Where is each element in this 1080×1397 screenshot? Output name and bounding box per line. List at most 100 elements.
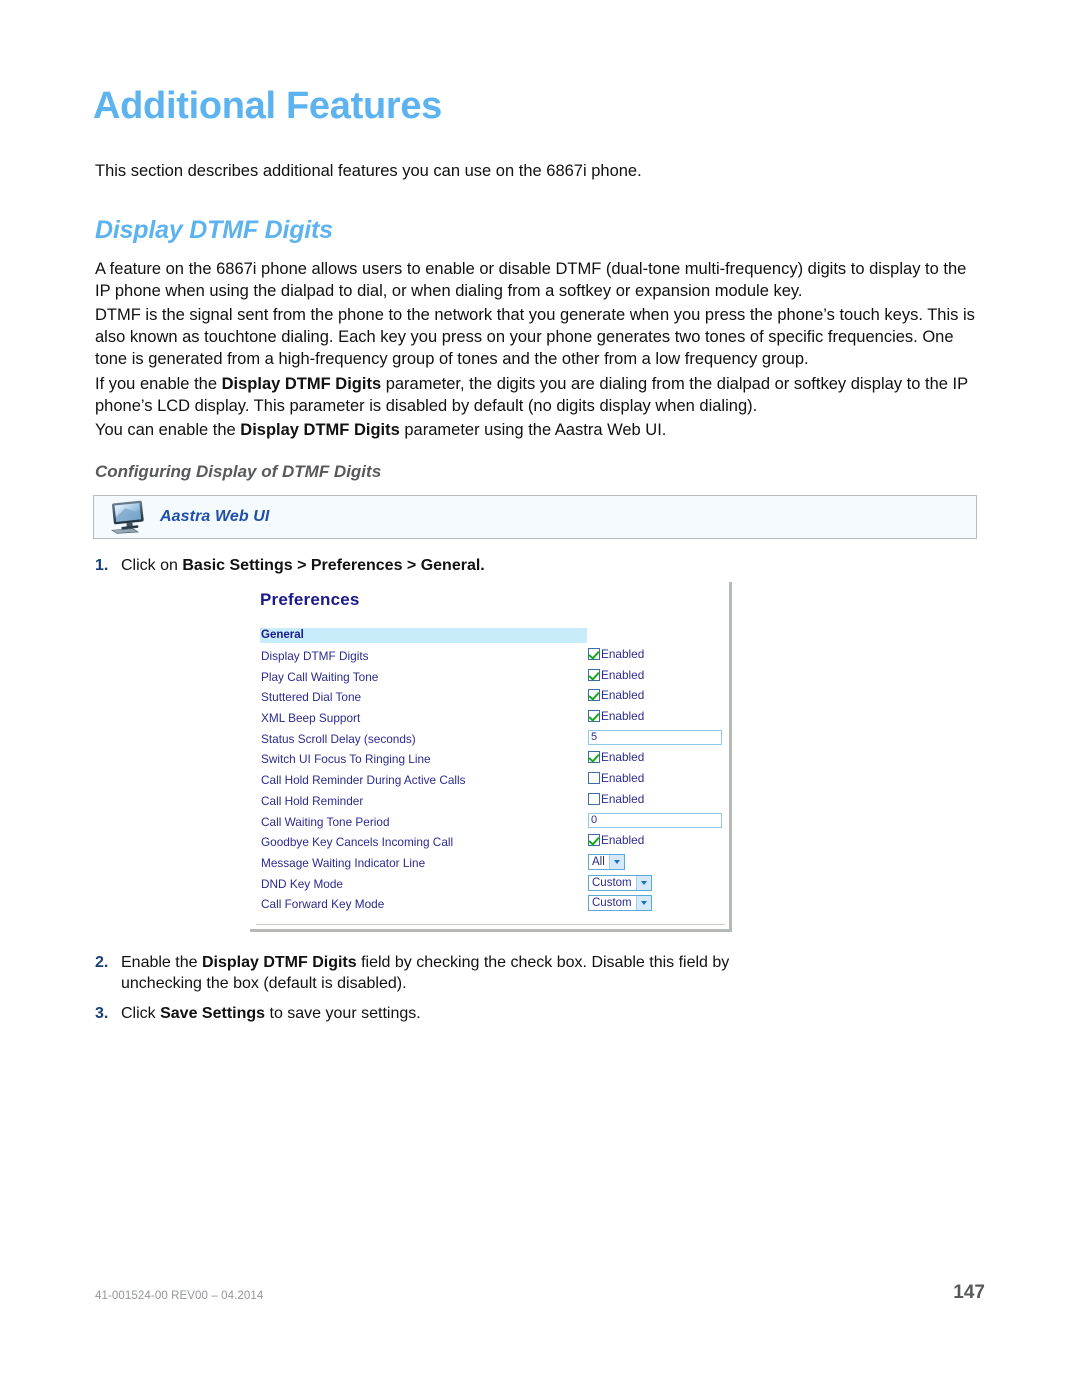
preferences-row: Stuttered Dial Tone Enabled — [260, 688, 722, 709]
chevron-down-icon[interactable] — [608, 854, 624, 869]
checkbox-checked[interactable] — [588, 710, 600, 723]
preferences-row-control: Enabled — [588, 792, 644, 806]
paragraph-4-bold: Display DTMF Digits — [240, 421, 400, 439]
paragraph-3-bold: Display DTMF Digits — [221, 375, 382, 393]
preferences-row: Call Hold Reminder Enabled — [260, 792, 722, 813]
preferences-row-control — [588, 729, 722, 745]
step-1-text: Click on Basic Settings > Preferences > … — [121, 555, 795, 576]
step-2: 2. Enable the Display DTMF Digits field … — [95, 952, 795, 995]
checkbox-label: Enabled — [601, 791, 645, 806]
intro-paragraph: This section describes additional featur… — [95, 162, 642, 180]
step-2-part-a: Enable the — [121, 954, 202, 971]
step-1-number: 1. — [95, 557, 109, 574]
preferences-row: XML Beep Support Enabled — [260, 709, 722, 730]
preferences-row-label: XML Beep Support — [261, 711, 361, 726]
checkbox-checked[interactable] — [588, 751, 600, 764]
preferences-screenshot: Preferences General Display DTMF Digits E… — [250, 582, 732, 932]
checkbox-label: Enabled — [601, 709, 645, 724]
step-1-part-a: Click on — [121, 557, 183, 574]
preferences-row: Display DTMF Digits Enabled — [260, 647, 722, 668]
paragraph-3: If you enable the Display DTMF Digits pa… — [95, 374, 985, 418]
preferences-row-control: All — [588, 853, 625, 870]
text-input[interactable] — [588, 812, 722, 828]
paragraph-4-part-c: parameter using the Aastra Web UI. — [399, 421, 667, 439]
step-3-part-c: to save your settings. — [265, 1005, 421, 1022]
preferences-row-control: Enabled — [588, 668, 644, 682]
computer-monitor-icon — [106, 500, 150, 536]
checkbox-label: Enabled — [601, 667, 645, 682]
preferences-row: DND Key Mode Custom — [260, 874, 722, 896]
checkbox-label: Enabled — [601, 688, 645, 703]
step-3: 3. Click Save Settings to save your sett… — [95, 1003, 795, 1024]
preferences-row-control: Enabled — [588, 771, 644, 785]
page-title: Additional Features — [93, 85, 443, 127]
checkbox-label: Enabled — [601, 833, 645, 848]
step-3-part-a: Click — [121, 1005, 161, 1022]
preferences-row-label: Call Hold Reminder During Active Calls — [261, 773, 466, 788]
preferences-row-label: DND Key Mode — [261, 876, 343, 891]
step-3-number: 3. — [95, 1005, 109, 1022]
chevron-down-icon[interactable] — [635, 896, 651, 911]
preferences-rows: Display DTMF Digits Enabled Play Call Wait… — [260, 647, 722, 916]
preferences-row-label: Call Forward Key Mode — [261, 897, 385, 912]
preferences-row-label: Switch UI Focus To Ringing Line — [261, 752, 431, 767]
preferences-row: Call Forward Key Mode Custom — [260, 895, 722, 916]
aastra-web-ui-banner: Aastra Web UI — [93, 495, 977, 539]
checkbox-unchecked[interactable] — [588, 792, 600, 805]
checkbox-label: Enabled — [601, 647, 645, 661]
preferences-row-label: Message Waiting Indicator Line — [261, 855, 426, 870]
preferences-row-label: Status Scroll Delay (seconds) — [261, 731, 416, 746]
dropdown-select[interactable]: All — [588, 853, 625, 870]
preferences-row-control: Enabled — [588, 688, 644, 702]
step-1: 1. Click on Basic Settings > Preferences… — [95, 555, 795, 576]
paragraph-3-part-a: If you enable the — [95, 375, 222, 393]
preferences-row: Goodbye Key Cancels Incoming Call Enabled — [260, 833, 722, 854]
preferences-row-control: Custom — [588, 874, 652, 891]
step-2-text: Enable the Display DTMF Digits field by … — [121, 952, 795, 995]
checkbox-checked[interactable] — [588, 834, 600, 847]
paragraph-1: A feature on the 6867i phone allows user… — [95, 260, 967, 300]
preferences-row-label: Call Waiting Tone Period — [261, 814, 390, 829]
preferences-row-label: Goodbye Key Cancels Incoming Call — [261, 835, 454, 850]
step-3-text: Click Save Settings to save your setting… — [121, 1003, 795, 1024]
paragraph-4: You can enable the Display DTMF Digits p… — [95, 420, 985, 442]
checkbox-label: Enabled — [601, 771, 645, 786]
checkbox-checked[interactable] — [588, 648, 600, 660]
sub-heading: Configuring Display of DTMF Digits — [95, 462, 382, 481]
dropdown-select[interactable]: Custom — [588, 895, 652, 912]
footer-document-code: 41-001524-00 REV00 – 04.2014 — [95, 1290, 264, 1302]
preferences-row: Message Waiting Indicator Line All — [260, 853, 722, 875]
preferences-row-label: Display DTMF Digits — [261, 649, 369, 663]
preferences-row-control: Enabled — [588, 833, 644, 847]
step-3-bold: Save Settings — [160, 1005, 266, 1022]
preferences-row-label: Call Hold Reminder — [261, 793, 364, 808]
dropdown-selected-value: Custom — [592, 897, 632, 910]
preferences-row: Call Hold Reminder During Active Calls En… — [260, 771, 722, 792]
dropdown-selected-value: Custom — [592, 876, 632, 889]
preferences-row-control — [588, 812, 722, 828]
chevron-down-icon[interactable] — [635, 875, 651, 890]
preferences-row: Switch UI Focus To Ringing Line Enabled — [260, 750, 722, 771]
screenshot-bottom-rule — [256, 924, 725, 925]
step-2-bold: Display DTMF Digits — [201, 954, 357, 971]
preferences-row: Play Call Waiting Tone Enabled — [260, 668, 722, 689]
section-heading: Display DTMF Digits — [95, 216, 333, 244]
text-input[interactable] — [588, 729, 722, 745]
checkbox-checked[interactable] — [588, 668, 600, 681]
footer-page-number: 147 — [953, 1282, 985, 1303]
checkbox-label: Enabled — [601, 750, 645, 765]
preferences-title: Preferences — [260, 590, 360, 609]
preferences-row: Call Waiting Tone Period — [260, 812, 722, 834]
checkbox-checked[interactable] — [588, 689, 600, 702]
paragraph-2: DTMF is the signal sent from the phone t… — [95, 306, 975, 368]
preferences-row-control: Enabled — [588, 647, 644, 661]
general-group-header: General — [260, 628, 587, 643]
checkbox-unchecked[interactable] — [588, 772, 600, 785]
step-1-bold: Basic Settings > Preferences > General. — [182, 557, 485, 574]
paragraph-4-part-a: You can enable the — [95, 421, 241, 439]
preferences-row-control: Enabled — [588, 709, 644, 723]
step-2-number: 2. — [95, 954, 109, 971]
dropdown-select[interactable]: Custom — [588, 874, 652, 891]
preferences-row-label: Stuttered Dial Tone — [261, 690, 362, 705]
preferences-row-control: Custom — [588, 895, 652, 912]
